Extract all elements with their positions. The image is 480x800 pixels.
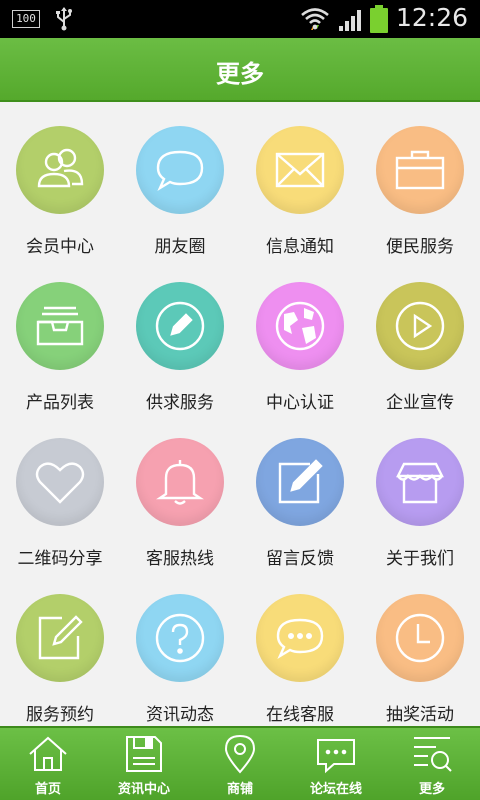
pencil-circle-icon: [136, 282, 224, 370]
grid-item-label: 关于我们: [386, 549, 454, 569]
nav-label: 更多: [418, 782, 445, 797]
grid-item-service-booking[interactable]: 服务预约: [0, 572, 120, 728]
grid-item-supply-demand[interactable]: 供求服务: [120, 260, 240, 416]
grid-item-label: 便民服务: [386, 237, 454, 257]
grid-item-label: 留言反馈: [266, 549, 334, 569]
signal-icon: [339, 10, 361, 31]
home-icon: [29, 736, 67, 771]
play-circle-icon: [376, 282, 464, 370]
grid-item-label: 客服热线: [146, 549, 214, 569]
grid-item-label: 企业宣传: [386, 393, 454, 413]
battery-percent-badge: 100: [12, 10, 40, 28]
message-box-icon: [317, 739, 355, 774]
feature-grid: 会员中心 朋友圈 信息通知 便民服务 产品列表 供求服务 中心认证 企业宣传 二…: [0, 104, 480, 726]
grid-item-qr-share[interactable]: 二维码分享: [0, 416, 120, 572]
grid-item-label: 会员中心: [26, 237, 94, 257]
location-pin-icon: [224, 734, 256, 774]
grid-item-label: 信息通知: [266, 237, 334, 257]
clock-icon: [376, 594, 464, 682]
grid-item-news-updates[interactable]: 资讯动态: [120, 572, 240, 728]
grid-item-feedback[interactable]: 留言反馈: [240, 416, 360, 572]
grid-item-label: 服务预约: [26, 705, 94, 725]
briefcase-icon: [376, 126, 464, 214]
grid-item-hotline[interactable]: 客服热线: [120, 416, 240, 572]
envelope-icon: [256, 126, 344, 214]
grid-item-product-list[interactable]: 产品列表: [0, 260, 120, 416]
battery-icon: [370, 5, 388, 33]
globe-icon: [256, 282, 344, 370]
chat-dots-icon: [256, 594, 344, 682]
grid-item-label: 产品列表: [26, 393, 94, 413]
nav-label: 首页: [34, 782, 61, 797]
grid-item-lottery[interactable]: 抽奖活动: [360, 572, 480, 728]
save-icon: [126, 736, 162, 772]
nav-item-home[interactable]: 首页: [0, 728, 96, 800]
nav-item-shops[interactable]: 商铺: [192, 728, 288, 800]
usb-icon: [56, 7, 72, 31]
question-circle-icon: [136, 594, 224, 682]
grid-item-certification[interactable]: 中心认证: [240, 260, 360, 416]
bell-icon: [136, 438, 224, 526]
grid-item-notifications[interactable]: 信息通知: [240, 104, 360, 260]
shop-awning-icon: [376, 438, 464, 526]
inbox-tray-icon: [16, 282, 104, 370]
grid-item-label: 中心认证: [266, 393, 334, 413]
grid-item-label: 二维码分享: [17, 549, 103, 569]
title-bar: 更多: [0, 38, 480, 102]
nav-label: 论坛在线: [309, 782, 362, 797]
grid-item-enterprise-promo[interactable]: 企业宣传: [360, 260, 480, 416]
more-list-icon: [414, 737, 452, 772]
clock-time: 12:26: [396, 3, 469, 32]
heart-icon: [16, 438, 104, 526]
nav-label: 商铺: [226, 782, 253, 797]
nav-item-news-center[interactable]: 资讯中心: [96, 728, 192, 800]
edit-square-icon: [256, 438, 344, 526]
grid-item-convenience-services[interactable]: 便民服务: [360, 104, 480, 260]
grid-item-label: 资讯动态: [146, 705, 214, 725]
grid-item-member-center[interactable]: 会员中心: [0, 104, 120, 260]
users-icon: [16, 126, 104, 214]
status-bar: 100 12:26: [0, 0, 480, 38]
page-title: 更多: [216, 60, 264, 88]
grid-item-about-us[interactable]: 关于我们: [360, 416, 480, 572]
chat-bubble-icon: [136, 126, 224, 214]
grid-item-label: 抽奖活动: [386, 705, 454, 725]
wifi-icon: [301, 8, 329, 30]
nav-item-more[interactable]: 更多: [384, 728, 480, 800]
grid-item-label: 朋友圈: [154, 237, 206, 257]
note-edit-icon: [16, 594, 104, 682]
grid-item-label: 在线客服: [266, 705, 334, 725]
nav-label: 资讯中心: [117, 782, 170, 797]
grid-item-online-service[interactable]: 在线客服: [240, 572, 360, 728]
grid-item-friends-circle[interactable]: 朋友圈: [120, 104, 240, 260]
nav-item-forum[interactable]: 论坛在线: [288, 728, 384, 800]
grid-item-label: 供求服务: [146, 393, 214, 413]
bottom-nav: 首页 资讯中心 商铺 论坛在线 更多: [0, 726, 480, 800]
